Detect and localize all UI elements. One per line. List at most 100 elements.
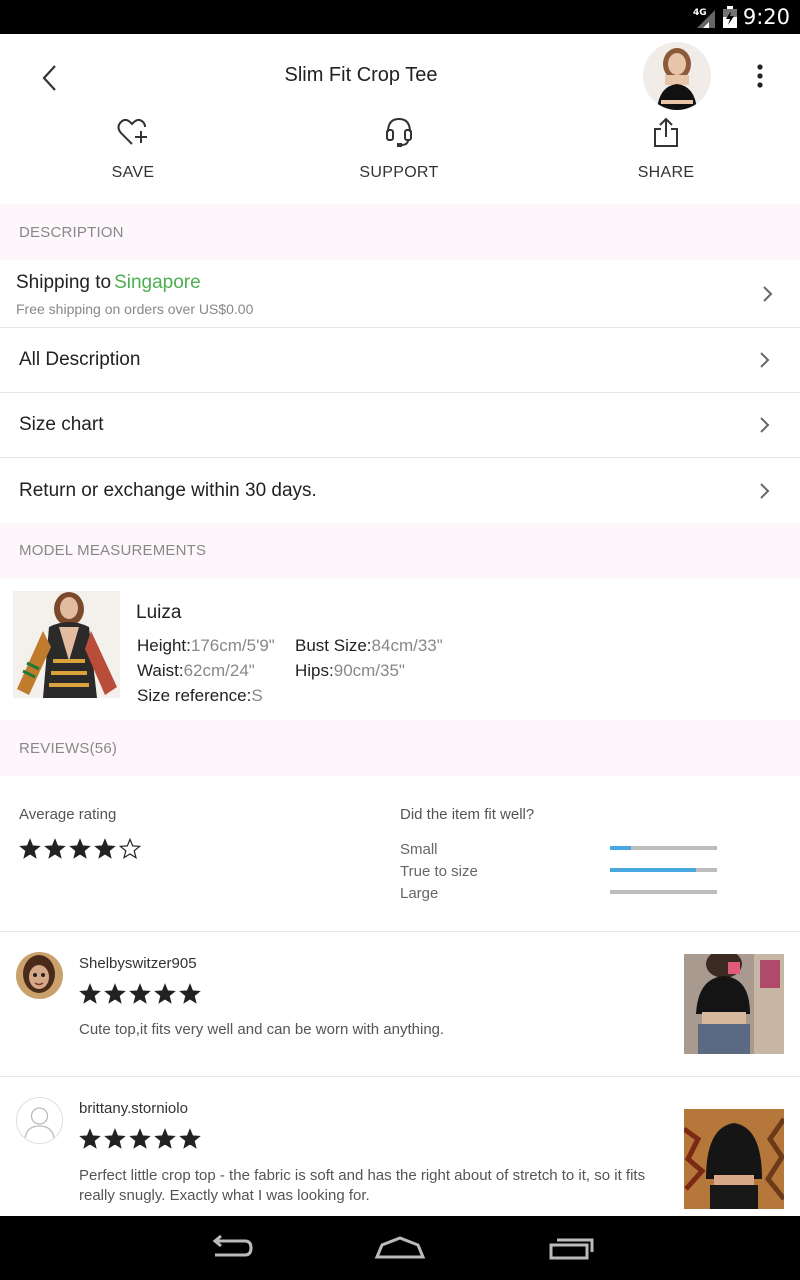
reviewer-avatar-placeholder [16, 1097, 63, 1144]
star-filled-icon [104, 983, 126, 1004]
fit-question: Did the item fit well? [400, 806, 535, 823]
fit-true-fill [610, 868, 696, 872]
model-name: Luiza [136, 602, 182, 623]
star-filled-icon [94, 838, 116, 859]
average-rating-label: Average rating [19, 806, 117, 823]
review-text: Cute top,it fits very well and can be wo… [79, 1021, 445, 1038]
star-filled-icon [154, 983, 176, 1004]
reviews-heading: REVIEWS(56) [0, 720, 800, 776]
save-label: SAVE [111, 164, 155, 181]
return-policy-label: Return or exchange within 30 days. [19, 479, 317, 501]
reviewer-avatar [16, 952, 63, 999]
shipping-title: Shipping to Singapore [16, 272, 201, 294]
model-measurements: Luiza Height:176cm/5'9" Bust Size:84cm/3… [0, 578, 800, 720]
star-filled-icon [179, 1128, 201, 1149]
review-photo[interactable] [684, 954, 784, 1054]
page-title: Slim Fit Crop Tee [284, 64, 438, 86]
bust-label: Bust Size: [295, 636, 372, 655]
size-reference-label: Size reference: [137, 686, 252, 705]
hips-value: 90cm/35" [333, 661, 405, 680]
height-label: Height: [137, 636, 191, 655]
review-item[interactable]: Shelbyswitzer905 Cute top,it fits very w… [0, 932, 800, 1077]
average-rating-stars [19, 838, 141, 860]
description-heading: DESCRIPTION [0, 204, 800, 260]
review-photo-image [684, 1109, 784, 1209]
user-placeholder-icon [17, 1098, 62, 1143]
status-indicators: 4G 9:20 [693, 4, 790, 30]
fit-small-label: Small [400, 841, 438, 858]
share-label: SHARE [637, 164, 695, 181]
shipping-note: Free shipping on orders over US$0.00 [16, 301, 254, 317]
star-filled-icon [104, 1128, 126, 1149]
nav-back-button[interactable] [200, 1230, 260, 1266]
bust-value: 84cm/33" [371, 636, 443, 655]
headset-icon [386, 117, 412, 147]
fit-large-label: Large [400, 885, 439, 902]
reviews-summary: Average rating Did the item fit well? Sm… [0, 776, 800, 932]
more-vertical-icon [757, 64, 763, 88]
review-photo[interactable] [684, 1109, 784, 1209]
shipping-row[interactable]: Shipping to Singapore Free shipping on or… [0, 260, 800, 328]
product-thumbnail-image [643, 42, 711, 110]
model-bust: Bust Size:84cm/33" [295, 636, 443, 656]
battery-icon [722, 6, 737, 28]
fit-true-bar [610, 868, 717, 872]
fit-small-fill [610, 846, 632, 850]
share-icon [654, 117, 678, 147]
size-reference-value: S [251, 686, 263, 705]
height-value: 176cm/5'9" [190, 636, 275, 655]
product-header: Slim Fit Crop Tee SAVE SUPPORT SHARE [0, 34, 800, 204]
support-label: SUPPORT [359, 164, 439, 181]
support-button[interactable]: SUPPORT [329, 114, 469, 182]
model-hips: Hips:90cm/35" [295, 661, 405, 681]
more-options-button[interactable] [744, 58, 776, 94]
waist-label: Waist: [137, 661, 184, 680]
star-filled-icon [69, 838, 91, 859]
nav-recents-button[interactable] [542, 1230, 602, 1266]
star-filled-icon [79, 1128, 101, 1149]
model-size-reference: Size reference:S [137, 686, 263, 706]
home-icon [374, 1236, 426, 1259]
chevron-right-icon [760, 417, 770, 433]
waist-value: 62cm/24" [183, 661, 255, 680]
fit-large-bar [610, 890, 717, 894]
recents-icon [549, 1238, 594, 1260]
star-filled-icon [19, 838, 41, 859]
fit-small-bar [610, 846, 717, 850]
heart-plus-icon [117, 118, 147, 145]
network-type: 4G [693, 8, 707, 18]
chevron-right-icon [763, 285, 773, 302]
back-arrow-icon [212, 1235, 253, 1257]
review-item[interactable]: brittany.storniolo Perfect little crop t… [0, 1077, 800, 1216]
chevron-right-icon [760, 352, 770, 368]
star-filled-icon [129, 1128, 151, 1149]
status-bar: 4G 9:20 [0, 0, 800, 34]
star-outline-icon [119, 838, 141, 860]
size-chart-row[interactable]: Size chart [0, 393, 800, 458]
chevron-right-icon [760, 482, 770, 499]
size-chart-label: Size chart [19, 414, 104, 435]
review-stars [79, 983, 201, 1005]
save-button[interactable]: SAVE [63, 114, 203, 182]
model-height: Height:176cm/5'9" [137, 636, 275, 656]
system-nav-bar [0, 1216, 800, 1280]
return-policy-row[interactable]: Return or exchange within 30 days. [0, 458, 800, 523]
nav-home-button[interactable] [370, 1230, 430, 1266]
fit-true-label: True to size [400, 863, 478, 880]
hips-label: Hips: [295, 661, 334, 680]
reviewer-name: Shelbyswitzer905 [79, 955, 197, 972]
share-button[interactable]: SHARE [596, 114, 736, 182]
star-filled-icon [79, 983, 101, 1004]
star-filled-icon [154, 1128, 176, 1149]
star-filled-icon [179, 983, 201, 1004]
model-photo [13, 591, 120, 698]
review-text: Perfect little crop top - the fabric is … [79, 1167, 646, 1204]
model-photo-image [13, 591, 120, 698]
star-filled-icon [129, 983, 151, 1004]
all-description-row[interactable]: All Description [0, 328, 800, 393]
clock: 9:20 [742, 5, 790, 29]
shipping-prefix: Shipping to [16, 272, 112, 293]
product-thumbnail[interactable] [643, 42, 711, 110]
model-measurements-heading: MODEL MEASUREMENTS [0, 523, 800, 578]
model-waist: Waist:62cm/24" [137, 661, 255, 681]
